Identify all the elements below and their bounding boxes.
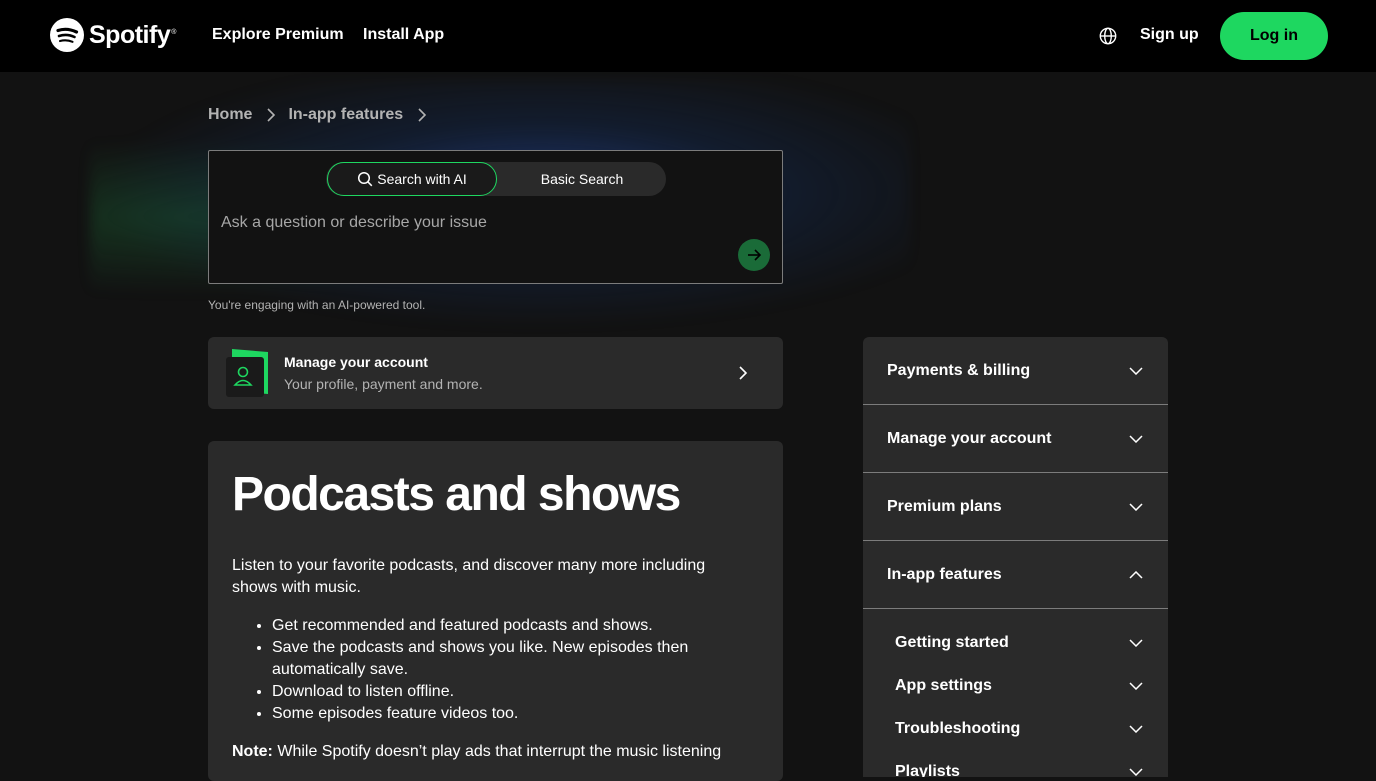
article-title: Podcasts and shows [232,468,681,521]
list-item: Get recommended and featured podcasts an… [272,615,732,637]
chevron-down-icon [1129,638,1143,647]
note-label: Note: [232,743,273,760]
sidebar-item-in-app-features[interactable]: In-app features [863,541,1168,609]
article-note: Note: While Spotify doesn’t play ads tha… [232,741,762,763]
sidebar-item-label: Payments & billing [887,361,1031,379]
search-icon [358,171,373,187]
spotify-logo-icon [50,18,84,52]
ask-question-input[interactable] [221,211,721,235]
spotify-logo[interactable]: Spotify ® [50,18,176,52]
list-item: Download to listen offline. [272,681,732,703]
chevron-down-icon [1129,434,1143,443]
chevron-down-icon [1129,724,1143,733]
nav-explore-premium[interactable]: Explore Premium [212,26,344,44]
chevron-right-icon [418,108,427,122]
chevron-down-icon [1129,366,1143,375]
ai-search-box: Search with AI Basic Search [208,150,783,284]
article-intro: Listen to your favorite podcasts, and di… [232,557,706,596]
login-button[interactable]: Log in [1220,12,1328,60]
search-mode-toggle: Search with AI Basic Search [326,162,666,196]
sidebar-subitem-getting-started[interactable]: Getting started [863,621,1168,664]
sidebar-item-payments-billing[interactable]: Payments & billing [863,337,1168,405]
sidebar-subitem-label: App settings [895,676,992,694]
list-item: Some episodes feature videos too. [272,703,732,725]
chevron-down-icon [1129,502,1143,511]
article-card: Podcasts and shows Listen to your favori… [208,441,783,781]
logo-wordmark: Spotify [89,20,171,49]
search-with-ai-label: Search with AI [377,171,467,187]
arrow-right-icon [748,249,762,261]
chevron-down-icon [1129,681,1143,690]
breadcrumb: Home In-app features [208,106,439,124]
signup-link[interactable]: Sign up [1140,26,1199,44]
nav-install-app[interactable]: Install App [363,26,444,44]
sidebar-subitem-playlists[interactable]: Playlists [863,750,1168,777]
sidebar-item-label: In-app features [887,565,1002,583]
sidebar-subitem-troubleshooting[interactable]: Troubleshooting [863,707,1168,750]
sidebar-subitem-label: Playlists [895,762,960,778]
search-with-ai-tab[interactable]: Search with AI [327,162,497,196]
ai-disclaimer: You're engaging with an AI-powered tool. [208,298,426,312]
sidebar-item-label: Premium plans [887,497,1002,515]
account-card-icon [226,349,268,397]
article-bullet-list: Get recommended and featured podcasts an… [272,615,732,725]
sidebar-item-label: Manage your account [887,429,1052,447]
globe-icon[interactable] [1099,27,1117,45]
chevron-right-icon [739,366,748,380]
list-item: Save the podcasts and shows you like. Ne… [272,637,732,681]
breadcrumb-home[interactable]: Home [208,106,252,124]
basic-search-tab[interactable]: Basic Search [498,162,666,196]
sidebar-subitem-label: Troubleshooting [895,719,1021,737]
logo-registered-mark: ® [171,28,177,36]
chevron-right-icon [267,108,276,122]
sidebar-item-premium-plans[interactable]: Premium plans [863,473,1168,541]
help-topics-sidebar: Payments & billing Manage your account P… [863,337,1168,777]
top-navigation-bar: Spotify ® Explore Premium Install App Si… [0,0,1376,72]
chevron-up-icon [1129,570,1143,579]
send-button[interactable] [738,239,770,271]
manage-account-subtitle: Your profile, payment and more. [284,376,483,392]
manage-account-card[interactable]: Manage your account Your profile, paymen… [208,337,783,409]
chevron-down-icon [1129,767,1143,776]
note-text: While Spotify doesn’t play ads that inte… [272,743,722,760]
manage-account-title: Manage your account [284,354,428,370]
breadcrumb-in-app-features[interactable]: In-app features [288,106,403,124]
sidebar-subitem-label: Getting started [895,633,1009,651]
sidebar-item-manage-account[interactable]: Manage your account [863,405,1168,473]
sidebar-subitem-app-settings[interactable]: App settings [863,664,1168,707]
